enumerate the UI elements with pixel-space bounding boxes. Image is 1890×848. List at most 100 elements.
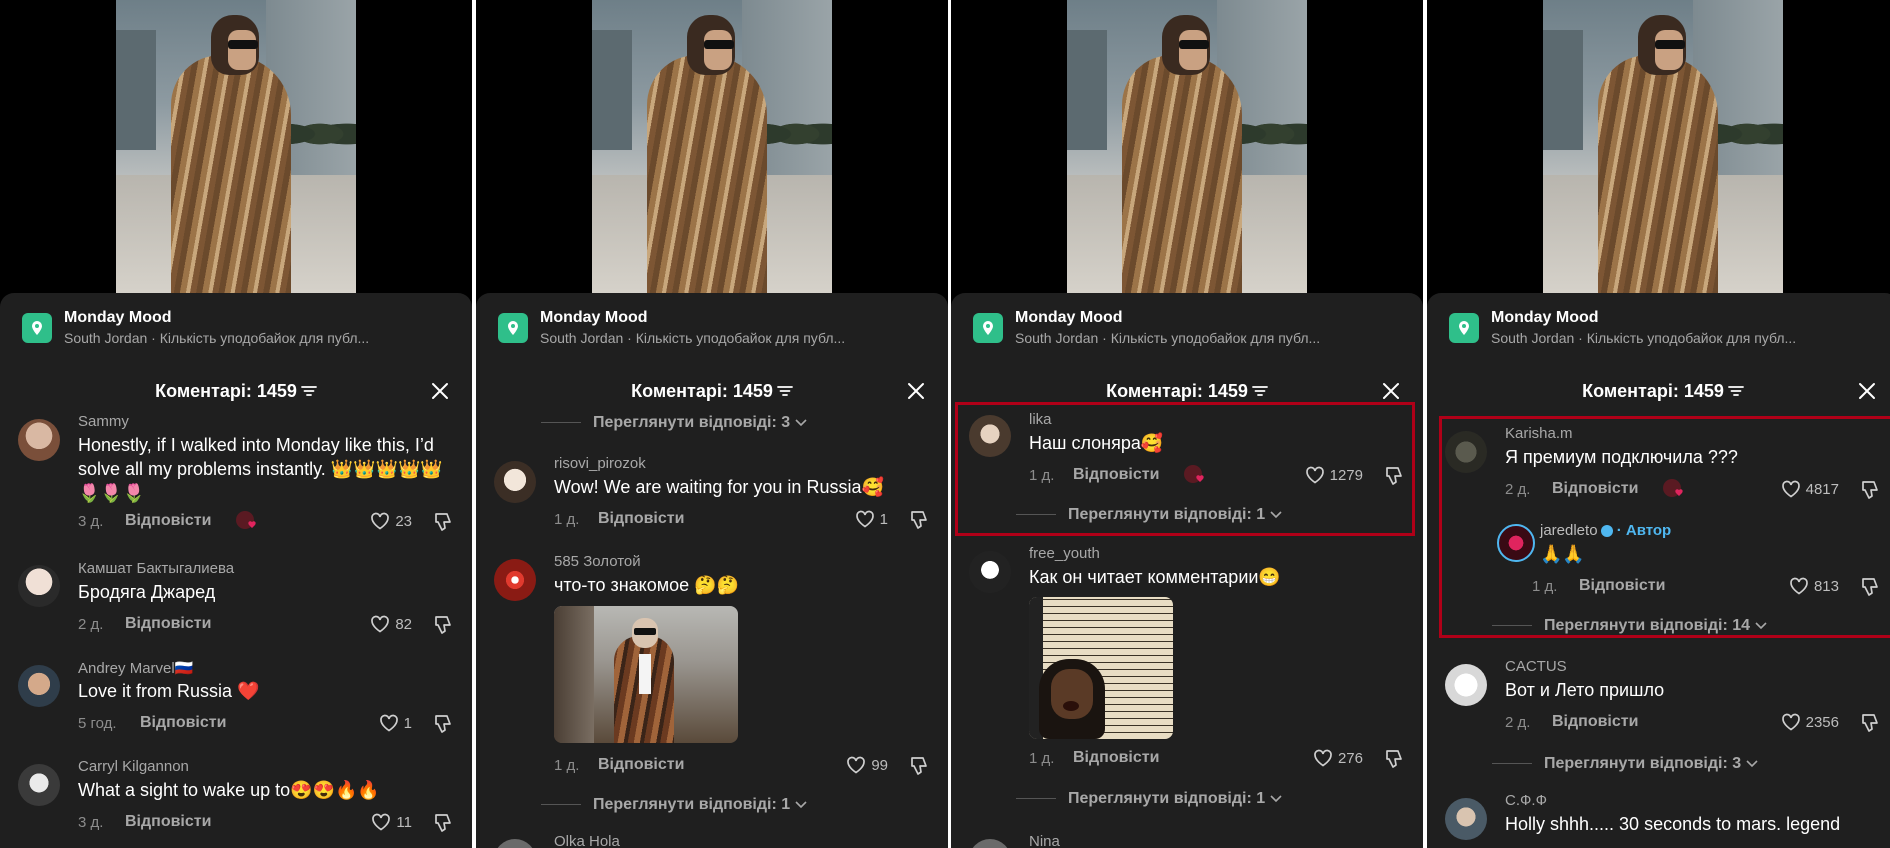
reply-button[interactable]: Відповісти: [1073, 466, 1159, 484]
close-icon[interactable]: [428, 379, 452, 403]
view-replies-button[interactable]: Переглянути відповіді: 3: [1492, 755, 1758, 773]
view-replies-button[interactable]: Переглянути відповіді: 1: [1016, 506, 1282, 524]
dislike-icon[interactable]: [432, 812, 454, 839]
view-replies-button[interactable]: Переглянути відповіді: 1: [541, 796, 807, 814]
dislike-icon[interactable]: [1859, 576, 1881, 603]
comment-username[interactable]: risovi_pirozok: [554, 455, 646, 472]
avatar[interactable]: [494, 839, 536, 848]
video-still[interactable]: [1067, 0, 1307, 295]
dislike-icon[interactable]: [908, 509, 930, 536]
close-icon[interactable]: [904, 379, 928, 403]
reply-button[interactable]: Відповісти: [1552, 713, 1638, 731]
reply-button[interactable]: Відповісти: [125, 615, 211, 633]
like-count: 11: [396, 813, 412, 831]
comment-image[interactable]: [1029, 597, 1173, 739]
comments-count-title: Коментарі: 1459: [1582, 381, 1724, 401]
comment-image[interactable]: [554, 606, 738, 743]
avatar[interactable]: [1445, 431, 1487, 473]
comment-username[interactable]: 585 Золотой: [554, 553, 641, 570]
reply-button[interactable]: Відповісти: [1579, 577, 1665, 595]
comments-header: Коментарі: 1459: [476, 377, 948, 407]
like-button[interactable]: 23: [370, 512, 412, 530]
avatar[interactable]: [18, 764, 60, 806]
filter-icon[interactable]: [777, 382, 793, 403]
place-row[interactable]: Monday Mood South Jordan · Кількість упо…: [0, 293, 472, 353]
avatar[interactable]: [18, 565, 60, 607]
like-button[interactable]: 276: [1313, 749, 1363, 767]
comment-username[interactable]: Olka Hola: [554, 833, 620, 848]
view-replies-button[interactable]: Переглянути відповіді: 14: [1492, 617, 1767, 635]
reply-button[interactable]: Відповісти: [598, 756, 684, 774]
comment-username[interactable]: Andrey Marvel🇷🇺: [78, 659, 193, 677]
comment-username[interactable]: free_youth: [1029, 545, 1100, 562]
place-row[interactable]: Monday Mood South Jordan · Кількість упо…: [476, 293, 948, 353]
video-still[interactable]: [116, 0, 356, 295]
comment-time: 1 д.: [554, 511, 580, 528]
dislike-icon[interactable]: [908, 755, 930, 782]
comment-username[interactable]: CACTUS: [1505, 658, 1567, 675]
like-button[interactable]: 82: [370, 615, 412, 633]
like-button[interactable]: 99: [846, 756, 888, 774]
avatar[interactable]: [1445, 664, 1487, 706]
avatar[interactable]: [1497, 524, 1535, 562]
video-still[interactable]: [592, 0, 832, 295]
comment-username[interactable]: Carryl Kilgannon: [78, 758, 189, 775]
like-button[interactable]: 1279: [1305, 466, 1363, 484]
place-subtitle: South Jordan · Кількість уподобайок для …: [1491, 330, 1797, 346]
avatar[interactable]: [1445, 798, 1487, 840]
comment-username[interactable]: С.Ф.Ф: [1505, 792, 1547, 809]
like-button[interactable]: 813: [1789, 577, 1839, 595]
like-button[interactable]: 1: [855, 510, 888, 528]
comment-username[interactable]: jaredleto: [1540, 522, 1598, 539]
comment-username[interactable]: lika: [1029, 411, 1052, 428]
like-button[interactable]: 1: [379, 714, 412, 732]
comment-text: What a sight to wake up to😍😍🔥🔥: [78, 780, 380, 800]
reply-button[interactable]: Відповісти: [125, 813, 211, 831]
like-button[interactable]: 4817: [1781, 480, 1839, 498]
comment-username[interactable]: Камшат Бактыгалиева: [78, 560, 234, 577]
panel-4: Monday Mood South Jordan · Кількість упо…: [1427, 0, 1890, 848]
dislike-icon[interactable]: [432, 511, 454, 538]
avatar[interactable]: [18, 419, 60, 461]
place-row[interactable]: Monday Mood South Jordan · Кількість упо…: [951, 293, 1423, 353]
view-replies-label: Переглянути відповіді: 1: [1068, 790, 1266, 807]
filter-icon[interactable]: [1728, 382, 1744, 403]
reply-button[interactable]: Відповісти: [140, 714, 226, 732]
view-replies-button[interactable]: Переглянути відповіді: 3: [541, 414, 807, 432]
reply-button[interactable]: Відповісти: [598, 510, 684, 528]
reply-button[interactable]: Відповісти: [1073, 749, 1159, 767]
dislike-icon[interactable]: [432, 614, 454, 641]
view-replies-label: Переглянути відповіді: 3: [593, 414, 791, 431]
reply-button[interactable]: Відповісти: [1552, 480, 1638, 498]
close-icon[interactable]: [1379, 379, 1403, 403]
avatar[interactable]: [969, 839, 1011, 848]
comment-username[interactable]: Sammy: [78, 413, 129, 430]
comment-username[interactable]: Karisha.m: [1505, 425, 1573, 442]
comment-text: что-то знакомое 🤔🤔: [554, 575, 739, 595]
dislike-icon[interactable]: [1859, 479, 1881, 506]
dislike-icon[interactable]: [1383, 465, 1405, 492]
dislike-icon[interactable]: [1859, 712, 1881, 739]
avatar[interactable]: [969, 415, 1011, 457]
filter-icon[interactable]: [301, 382, 317, 403]
reply-button[interactable]: Відповісти: [125, 512, 211, 530]
like-button[interactable]: 2356: [1781, 713, 1839, 731]
filter-icon[interactable]: [1252, 382, 1268, 403]
avatar[interactable]: [18, 665, 60, 707]
view-replies-button[interactable]: Переглянути відповіді: 1: [1016, 790, 1282, 808]
place-row[interactable]: Monday Mood South Jordan · Кількість упо…: [1427, 293, 1890, 353]
view-replies-label: Переглянути відповіді: 3: [1544, 755, 1742, 772]
close-icon[interactable]: [1855, 379, 1879, 403]
video-still[interactable]: [1543, 0, 1783, 295]
like-button[interactable]: 11: [371, 813, 412, 831]
dislike-icon[interactable]: [432, 713, 454, 740]
avatar[interactable]: [494, 559, 536, 601]
avatar[interactable]: [969, 551, 1011, 593]
comment-text: Honestly, if I walked into Monday like t…: [78, 435, 443, 503]
avatar[interactable]: [494, 461, 536, 503]
place-title: Monday Mood: [1015, 309, 1123, 326]
dislike-icon[interactable]: [1383, 748, 1405, 775]
comment-username[interactable]: Nina: [1029, 833, 1060, 848]
view-replies-label: Переглянути відповіді: 1: [1068, 506, 1266, 523]
comment-time: 2 д.: [1505, 481, 1531, 498]
